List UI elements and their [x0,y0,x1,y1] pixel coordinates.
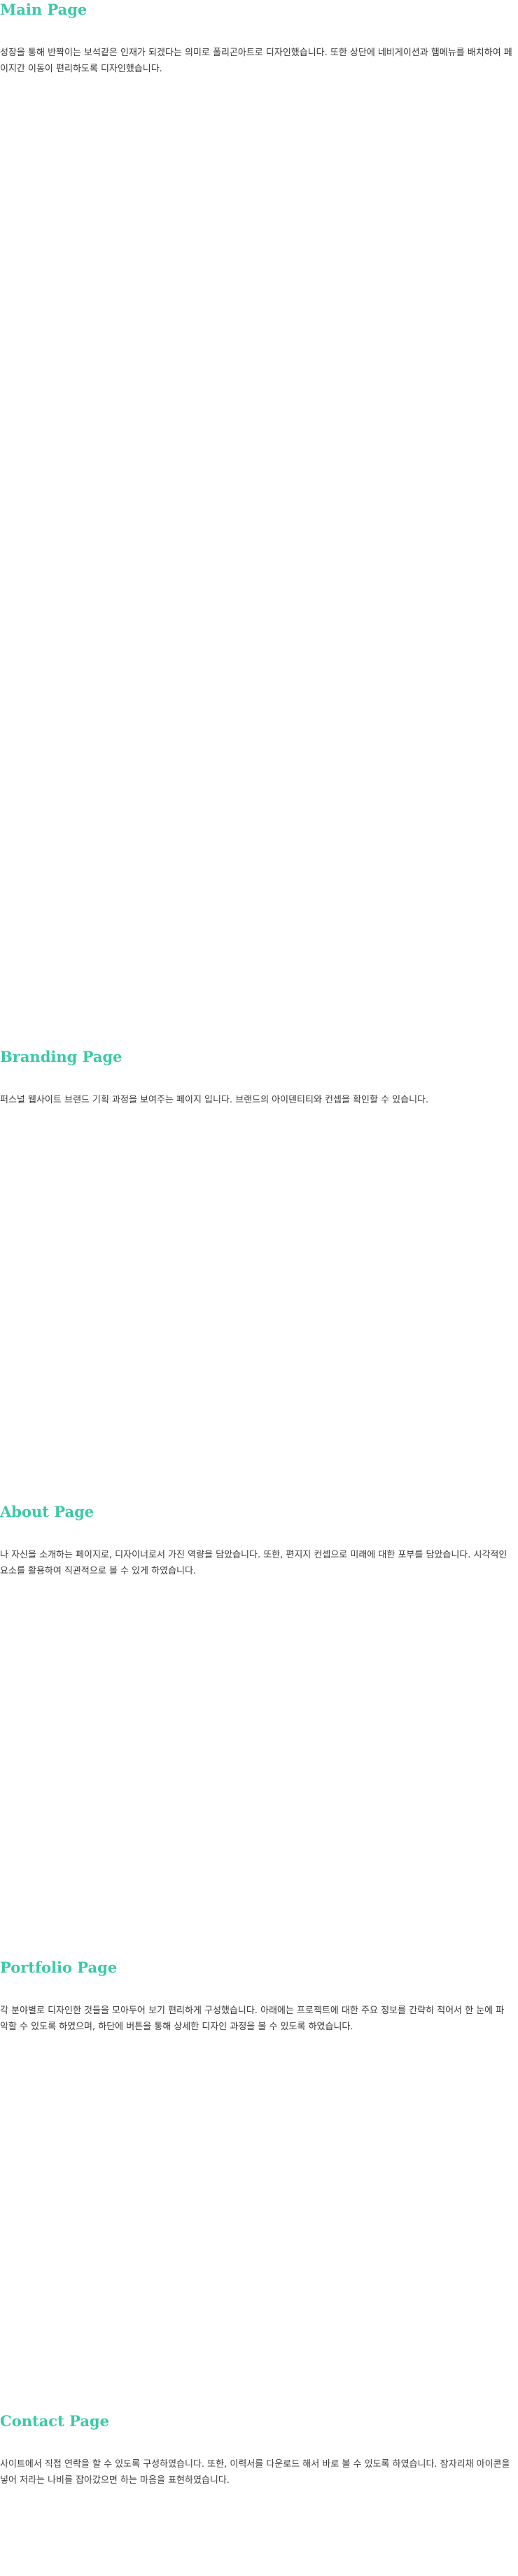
main-page-section: Main Page 성장을 통해 반짝이는 보석같은 인재가 되겠다는 의미로 … [0,0,518,77]
main-page-title: Main Page [0,1,88,18]
contact-page-description: 사이트에서 직접 연락을 할 수 있도록 구성하였습니다. 또한, 이력서를 다… [0,2459,510,2486]
branding-page-description: 퍼스널 웹사이트 브랜드 기획 과정을 보여주는 페이지 입니다. 브랜드의 아… [0,1095,429,1105]
portfolio-page-description: 각 분야별로 디자인한 것들을 모아두어 보기 편리하게 구성했습니다. 아래에… [0,2005,505,2032]
contact-page-title: Contact Page [0,2412,109,2430]
about-page-description: 나 자신을 소개하는 페이지로, 디자이너로서 가진 역량을 담았습니다. 또한… [0,1550,507,1576]
about-page-title: About Page [0,1503,94,1520]
portfolio-page-section: Portfolio Page 각 분야별로 디자인한 것들을 모아두어 보기 편… [0,1958,518,2035]
branding-page-title: Branding Page [0,1048,122,1065]
main-page-description: 성장을 통해 반짝이는 보석같은 인재가 되겠다는 의미로 폴리곤아트로 디자인… [0,48,512,74]
portfolio-page-title: Portfolio Page [0,1959,118,1976]
about-page-section: About Page 나 자신을 소개하는 페이지로, 디자이너로서 가진 역량… [0,1502,518,1579]
branding-page-section: Branding Page 퍼스널 웹사이트 브랜드 기획 과정을 보여주는 페… [0,1047,518,1108]
contact-page-section: Contact Page 사이트에서 직접 연락을 할 수 있도록 구성하였습니… [0,2412,518,2488]
